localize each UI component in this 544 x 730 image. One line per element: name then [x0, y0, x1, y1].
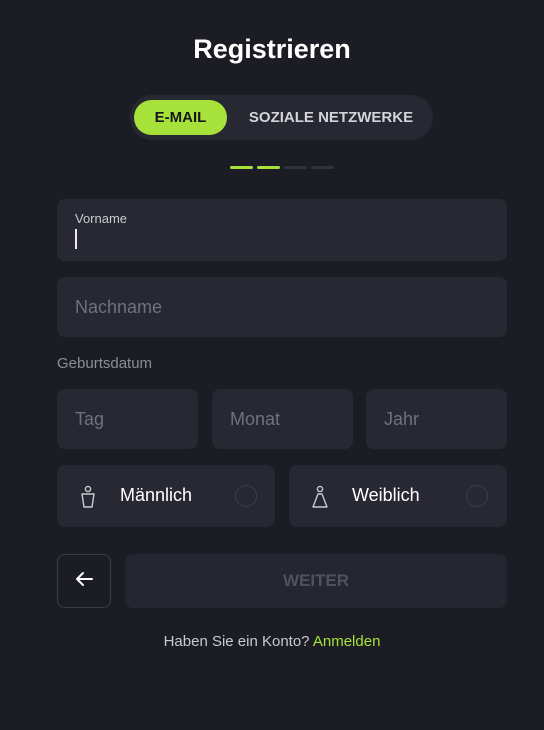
login-prompt-text: Haben Sie ein Konto?: [163, 633, 310, 650]
auth-method-tabs: E-MAIL SOZIALE NETZWERKE: [130, 95, 433, 140]
tab-social-networks[interactable]: SOZIALE NETZWERKE: [234, 100, 428, 135]
next-button[interactable]: WEITER: [125, 554, 507, 608]
gender-female-label: Weiblich: [352, 485, 420, 505]
year-input[interactable]: [366, 389, 507, 449]
gender-male-radio[interactable]: [235, 485, 257, 507]
gender-male-label: Männlich: [120, 485, 193, 505]
year-field-container: [366, 389, 507, 449]
login-prompt: Haben Sie ein Konto? Anmelden: [0, 633, 544, 650]
progress-step-1: [230, 166, 253, 169]
last-name-input[interactable]: [57, 277, 507, 337]
progress-indicator: [230, 166, 334, 170]
gender-option-female[interactable]: Weiblich: [289, 465, 507, 527]
birthdate-label: Geburtsdatum: [57, 355, 153, 372]
login-link[interactable]: Anmelden: [313, 633, 381, 650]
male-person-icon: [79, 485, 97, 509]
month-input[interactable]: [212, 389, 353, 449]
first-name-field[interactable]: Vorname: [57, 199, 507, 261]
back-button[interactable]: [57, 554, 111, 608]
text-cursor: [75, 229, 77, 249]
day-field-container: [57, 389, 198, 449]
gender-female-radio[interactable]: [466, 485, 488, 507]
first-name-label: Vorname: [75, 211, 128, 226]
female-person-icon: [311, 485, 329, 509]
gender-option-male[interactable]: Männlich: [57, 465, 275, 527]
progress-step-2: [257, 166, 280, 169]
day-input[interactable]: [57, 389, 198, 449]
page-title: Registrieren: [193, 34, 351, 64]
month-field-container: [212, 389, 353, 449]
progress-step-3: [284, 166, 307, 169]
tab-email[interactable]: E-MAIL: [134, 100, 227, 135]
arrow-left-icon: [74, 571, 94, 592]
last-name-field-container: [57, 277, 507, 337]
progress-step-4: [311, 166, 334, 169]
